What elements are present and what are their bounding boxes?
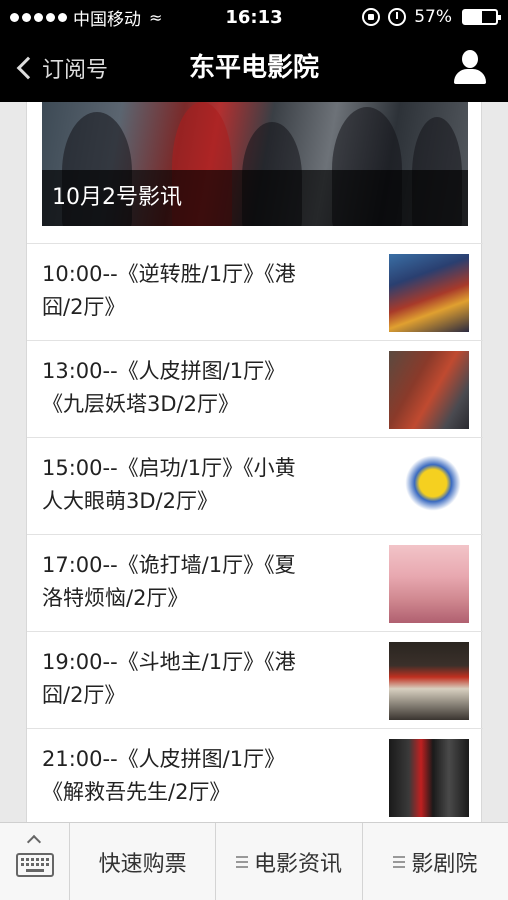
movie-poster <box>389 739 469 817</box>
battery-percent: 57% <box>414 7 452 27</box>
battery-level <box>464 11 483 23</box>
banner-image[interactable]: 10月2号影讯 <box>42 102 468 226</box>
page-title: 东平电影院 <box>188 53 319 83</box>
keyboard-toggle-button[interactable] <box>0 823 70 900</box>
menu-label: 快速购票 <box>98 852 187 877</box>
schedule-text: 13:00--《人皮拼图/1厅》 《九层妖塔3D/2厅》 <box>42 359 286 416</box>
wifi-icon: ≈ <box>149 7 163 27</box>
bottom-menu-bar: 快速购票 电影资讯 影剧院 <box>0 822 508 900</box>
schedule-item[interactable]: 21:00--《人皮拼图/1厅》 《解救吾先生/2厅》 <box>27 728 483 822</box>
schedule-text: 21:00--《人皮拼图/1厅》 《解救吾先生/2厅》 <box>42 747 286 804</box>
schedule-text: 17:00--《诡打墙/1厅》《夏 洛特烦恼/2厅》 <box>42 553 296 610</box>
signal-strength-icon <box>10 12 67 22</box>
schedule-item[interactable]: 17:00--《诡打墙/1厅》《夏 洛特烦恼/2厅》 <box>27 534 483 631</box>
menu-label: 电影资讯 <box>253 852 342 877</box>
movie-poster <box>389 545 469 623</box>
schedule-item[interactable]: 13:00--《人皮拼图/1厅》 《九层妖塔3D/2厅》 <box>27 340 483 437</box>
hamburger-icon <box>393 856 406 868</box>
schedule-item[interactable]: 10:00--《逆转胜/1厅》《港 囧/2厅》 <box>27 243 483 340</box>
movie-poster <box>389 351 469 429</box>
schedule-item[interactable]: 19:00--《斗地主/1厅》《港 囧/2厅》 <box>27 631 483 728</box>
user-icon[interactable] <box>454 50 486 84</box>
chevron-up-icon <box>26 834 42 850</box>
menu-quick-ticket[interactable]: 快速购票 <box>70 823 217 900</box>
schedule-item[interactable]: 15:00--《启功/1厅》《小黄 人大眼萌3D/2厅》 <box>27 437 483 534</box>
movie-poster <box>389 254 469 332</box>
menu-theater[interactable]: 影剧院 <box>363 823 508 900</box>
menu-movie-news[interactable]: 电影资讯 <box>216 823 363 900</box>
alarm-icon <box>388 8 407 26</box>
navigation-bar: 订阅号 东平电影院 <box>0 34 508 102</box>
article-content[interactable]: 10月2号影讯 10:00--《逆转胜/1厅》《港 囧/2厅》 13:00--《人… <box>0 102 508 822</box>
battery-icon <box>462 9 501 25</box>
movie-poster <box>389 448 469 526</box>
rotation-lock-icon <box>362 8 381 26</box>
menu-label: 影剧院 <box>411 852 478 877</box>
schedule-card: 10月2号影讯 10:00--《逆转胜/1厅》《港 囧/2厅》 13:00--《人… <box>26 102 483 822</box>
schedule-text: 15:00--《启功/1厅》《小黄 人大眼萌3D/2厅》 <box>42 456 296 513</box>
keyboard-icon <box>16 853 54 877</box>
schedule-text: 19:00--《斗地主/1厅》《港 囧/2厅》 <box>42 650 296 707</box>
banner-caption: 10月2号影讯 <box>42 170 468 226</box>
carrier-label: 中国移动 <box>73 9 141 30</box>
hamburger-icon <box>235 856 248 868</box>
movie-poster <box>389 642 469 720</box>
schedule-text: 10:00--《逆转胜/1厅》《港 囧/2厅》 <box>42 262 296 319</box>
status-bar: 中国移动 ≈ 16:13 57% <box>0 0 508 34</box>
